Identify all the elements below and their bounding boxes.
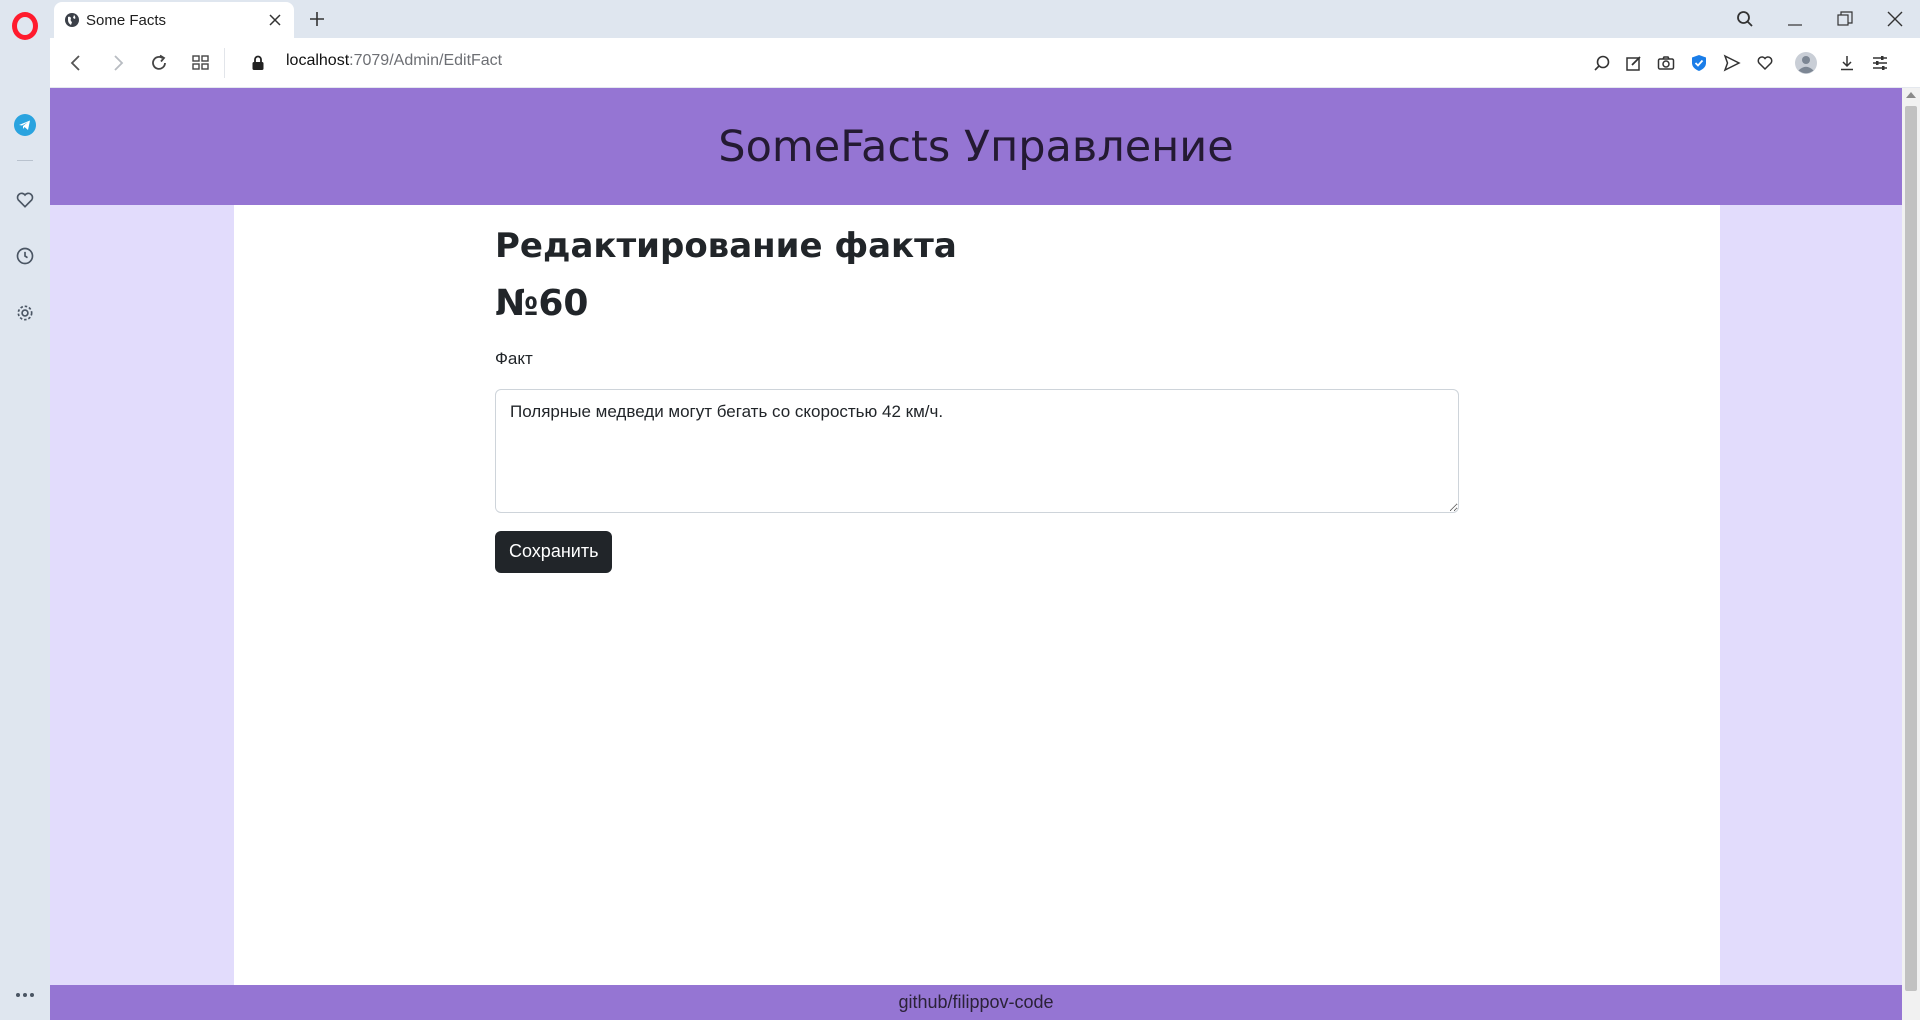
tab-grid-icon[interactable] (189, 51, 213, 75)
url-path: :7079/Admin/EditFact (349, 52, 503, 69)
heart-icon[interactable] (1753, 51, 1777, 75)
fact-label: Факт (495, 348, 533, 368)
profile-icon[interactable] (1794, 51, 1818, 75)
lens-icon[interactable] (1590, 51, 1614, 75)
forward-icon[interactable] (106, 51, 130, 75)
plus-icon[interactable] (306, 8, 328, 30)
clock-icon[interactable] (12, 243, 38, 269)
sidebar-separator (17, 160, 33, 161)
more-icon[interactable] (12, 982, 38, 1008)
back-icon[interactable] (64, 51, 88, 75)
toolbar-divider (224, 48, 225, 78)
site-footer: github/filippov-code (50, 985, 1902, 1020)
url-host: localhost (286, 52, 350, 69)
telegram-icon[interactable] (12, 112, 38, 138)
lock-icon[interactable] (246, 51, 270, 75)
fact-textarea[interactable]: Полярные медведи могут бегать со скорост… (495, 388, 1459, 513)
close-icon[interactable] (266, 11, 284, 29)
edit-fact-form: Редактирование факта №60 Факт Полярные м… (495, 225, 1459, 573)
tab-title: Some Facts (86, 11, 167, 29)
tab-some-facts[interactable]: Some Facts (54, 2, 294, 38)
reload-icon[interactable] (147, 51, 171, 75)
browser-sidebar (0, 0, 50, 1020)
page-scrollbar[interactable] (1902, 88, 1920, 1020)
save-button[interactable]: Сохранить (495, 530, 613, 573)
fact-number: №60 (495, 282, 589, 324)
camera-icon[interactable] (1654, 51, 1678, 75)
address-field[interactable]: localhost:7079/Admin/EditFact (286, 52, 502, 70)
page-viewport: SomeFacts Управление Редактирование факт… (50, 88, 1902, 1020)
scroll-up-arrow[interactable] (1906, 92, 1916, 98)
settings-sliders-icon[interactable] (1868, 51, 1892, 75)
globe-icon (64, 12, 80, 28)
heart-icon[interactable] (12, 187, 38, 213)
window-close-icon[interactable] (1880, 6, 1910, 32)
restore-icon[interactable] (1830, 6, 1860, 32)
download-icon[interactable] (1835, 51, 1859, 75)
address-toolbar: localhost:7079/Admin/EditFact (50, 38, 1920, 88)
minimize-icon[interactable] (1780, 6, 1810, 32)
site-title: SomeFacts Управление (718, 121, 1234, 172)
site-header: SomeFacts Управление (50, 88, 1902, 205)
page-title: Редактирование факта (495, 226, 957, 266)
shield-icon[interactable] (1687, 51, 1711, 75)
opera-logo-icon[interactable] (12, 12, 38, 40)
gear-icon[interactable] (12, 300, 38, 326)
main-content: Редактирование факта №60 Факт Полярные м… (234, 205, 1720, 985)
send-icon[interactable] (1720, 51, 1744, 75)
search-icon[interactable] (1730, 6, 1760, 32)
tab-strip: Some Facts (50, 0, 1920, 38)
footer-link[interactable]: github/filippov-code (898, 992, 1053, 1013)
snapshot-edit-icon[interactable] (1622, 51, 1646, 75)
scroll-thumb[interactable] (1905, 106, 1917, 991)
